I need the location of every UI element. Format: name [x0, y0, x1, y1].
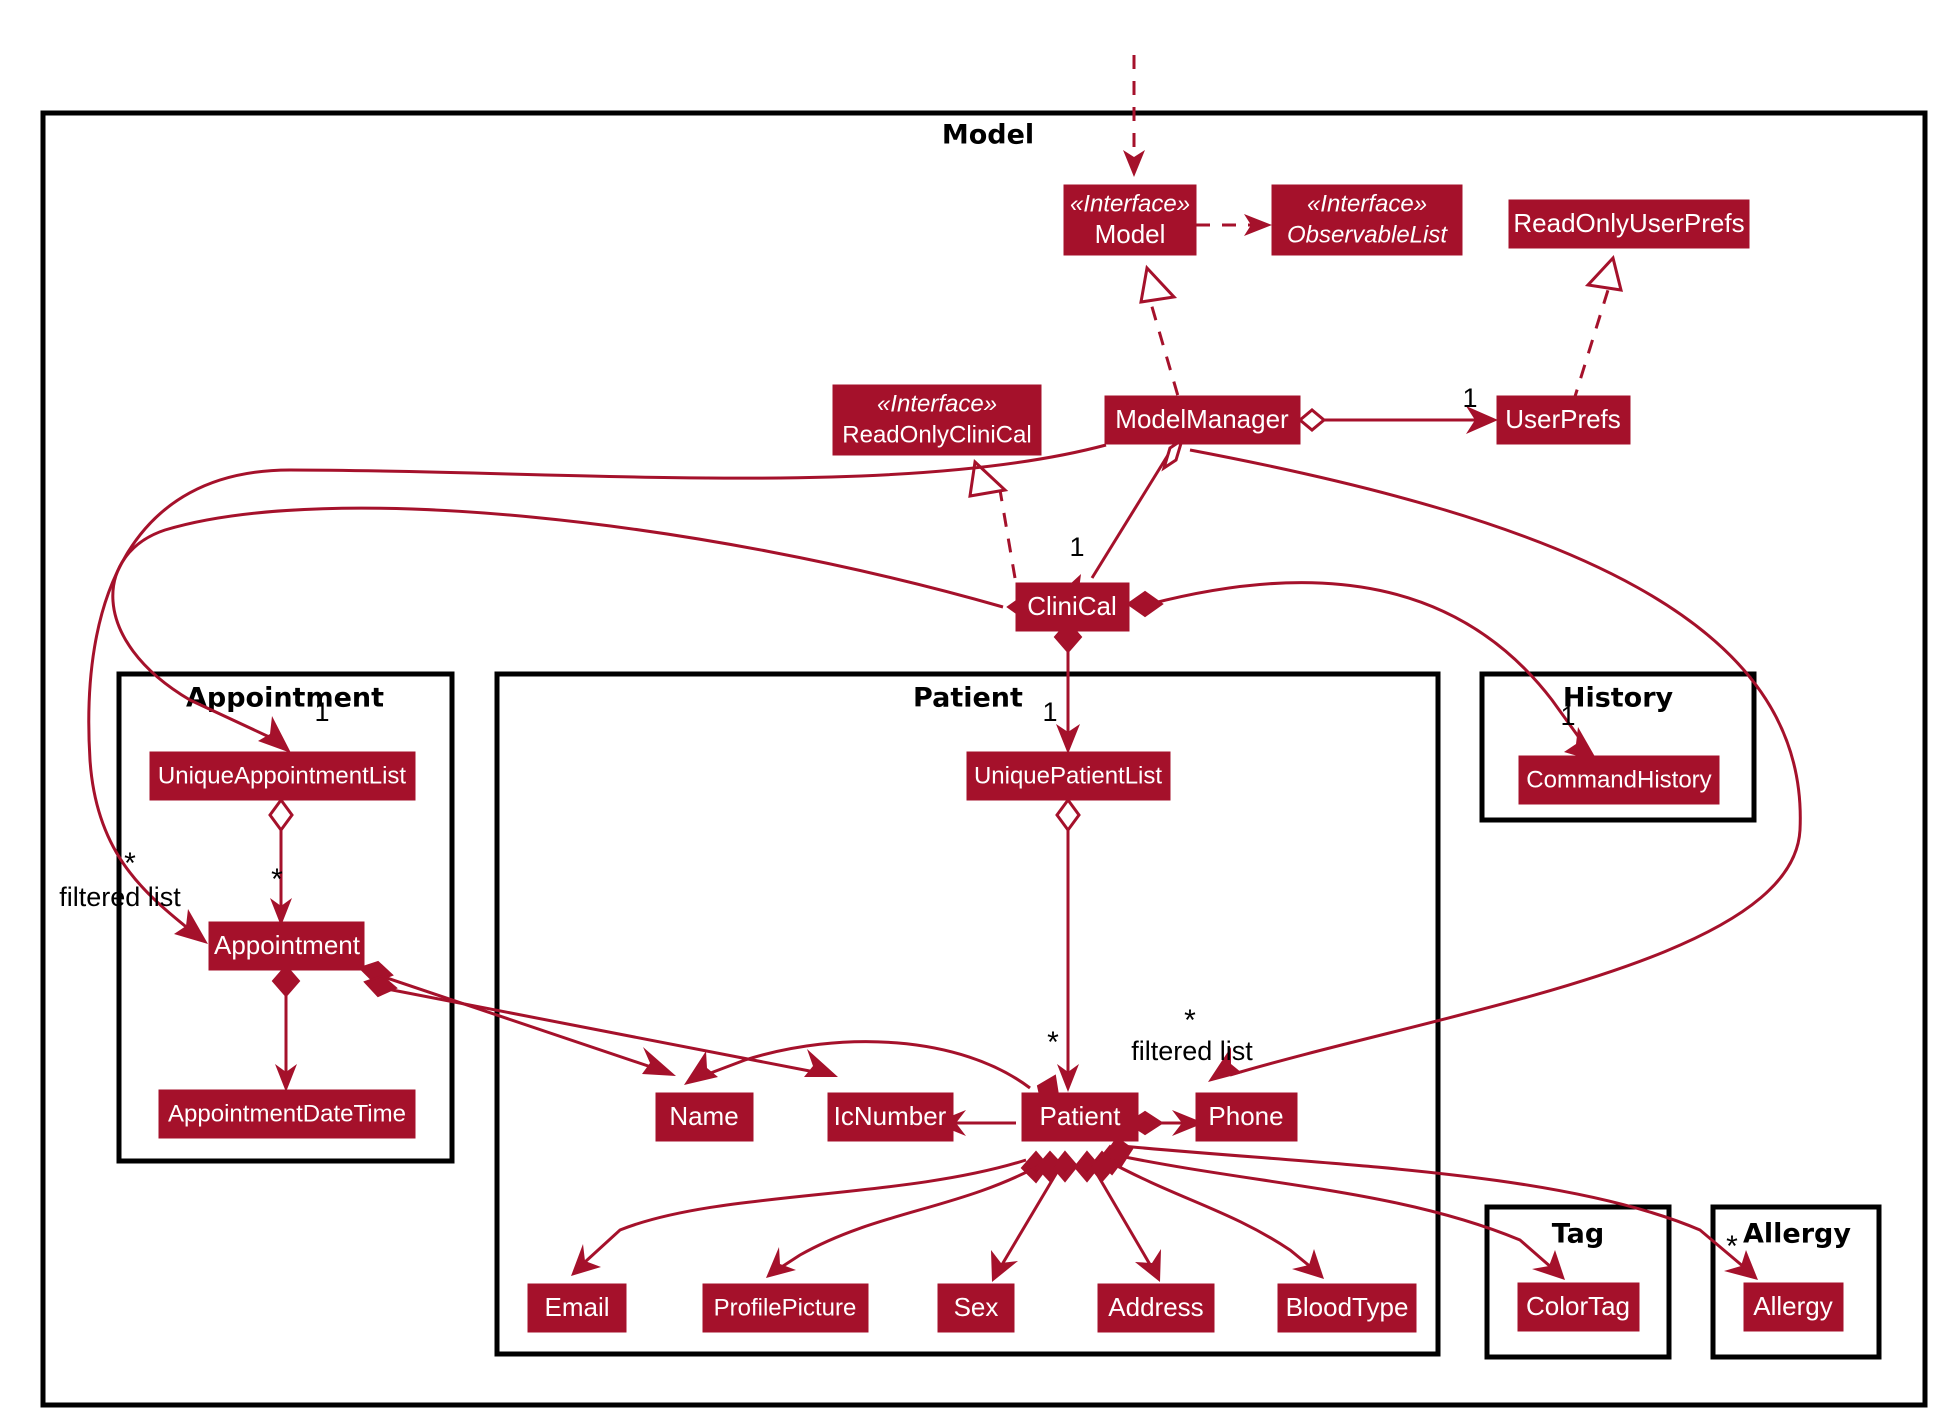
mult-allergy-star: *	[1726, 1230, 1738, 1263]
class-phone-name: Phone	[1208, 1101, 1283, 1131]
edge-modelmanager-to-clinical	[1090, 441, 1178, 579]
class-appointment[interactable]: Appointment	[208, 921, 365, 971]
arrowhead-patient-to-name	[684, 1051, 718, 1085]
diamond-uniqueappointmentlist-appointment	[268, 797, 294, 833]
arrowhead-patient-to-address	[1135, 1249, 1161, 1282]
edge-appointment-to-icnumber	[381, 986, 821, 1075]
diamond-uniquepatientlist-patient	[1055, 797, 1081, 833]
class-readonlyclinical-stereotype: «Interface»	[877, 390, 997, 417]
package-patient-title: Patient	[913, 683, 1023, 714]
class-model-interface-name: Model	[1095, 219, 1166, 249]
class-patient[interactable]: Patient	[1021, 1092, 1139, 1142]
arrowhead-patient-to-sex	[991, 1250, 1018, 1282]
class-modelmanager-name: ModelManager	[1115, 404, 1289, 434]
class-readonlyuserprefs-name: ReadOnlyUserPrefs	[1513, 208, 1744, 238]
mult-userprefs-one: 1	[1462, 383, 1477, 413]
class-colortag-name: ColorTag	[1526, 1291, 1630, 1321]
edge-patient-to-email	[583, 1158, 1027, 1264]
class-address-name: Address	[1108, 1292, 1203, 1322]
class-address[interactable]: Address	[1097, 1283, 1215, 1333]
package-history-title: History	[1563, 683, 1674, 714]
label-filtered-list-patient: filtered list	[1131, 1036, 1253, 1066]
class-colortag[interactable]: ColorTag	[1517, 1282, 1640, 1332]
class-allergy-name: Allergy	[1753, 1291, 1832, 1321]
mult-uniqueappointmentlist-one: 1	[314, 697, 329, 727]
class-model-interface[interactable]: «Interface» Model	[1063, 184, 1197, 256]
mult-appointment-star: *	[271, 863, 283, 896]
package-appointment-title: Appointment	[186, 683, 384, 714]
class-clinical[interactable]: CliniCal	[1015, 582, 1130, 632]
mult-uniquepatientlist-one: 1	[1042, 697, 1057, 727]
package-allergy-title: Allergy	[1743, 1219, 1851, 1250]
class-readonlyclinical-name: ReadOnlyCliniCal	[842, 421, 1031, 448]
uml-diagram-canvas: Model Appointment Patient History Tag Al…	[0, 0, 1944, 1426]
class-sex-name: Sex	[954, 1292, 999, 1322]
class-icnumber[interactable]: IcNumber	[827, 1092, 954, 1142]
class-uniqueappointmentlist-name: UniqueAppointmentList	[158, 762, 406, 789]
class-commandhistory-name: CommandHistory	[1526, 766, 1711, 793]
class-observablelist[interactable]: «Interface» ObservableList	[1271, 184, 1463, 256]
mult-appointment-filtered-star: *	[124, 847, 136, 880]
mult-commandhistory-one: 1	[1560, 701, 1575, 731]
edge-userprefs-realizes-readonlyuserprefs	[1571, 289, 1610, 404]
class-modelmanager[interactable]: ModelManager	[1104, 395, 1301, 445]
edge-appointment-to-name	[377, 973, 661, 1072]
class-uniquepatientlist[interactable]: UniquePatientList	[966, 751, 1171, 801]
diamond-clinical-commandhistory	[1126, 590, 1164, 618]
diamond-modelmanager-userprefs	[1297, 408, 1327, 432]
class-observablelist-stereotype: «Interface»	[1307, 190, 1427, 217]
package-model-title: Model	[942, 120, 1034, 151]
class-phone[interactable]: Phone	[1195, 1092, 1298, 1142]
class-profilepicture[interactable]: ProfilePicture	[702, 1283, 869, 1333]
arrowhead-external-to-model	[1123, 150, 1145, 177]
arrowhead-modelmanager-realizes-model	[1139, 264, 1178, 304]
class-userprefs[interactable]: UserPrefs	[1496, 395, 1631, 445]
class-appointment-name: Appointment	[214, 930, 361, 960]
edge-patient-to-profilepicture	[779, 1160, 1047, 1270]
arrowhead-appointment-to-icnumber	[804, 1049, 838, 1077]
class-icnumber-name: IcNumber	[834, 1101, 947, 1131]
mult-patient-star: *	[1047, 1026, 1059, 1059]
arrowhead-appointment-to-name	[642, 1047, 676, 1076]
edge-clinical-realizes-readonlyclinical	[998, 489, 1017, 579]
class-allergy[interactable]: Allergy	[1743, 1282, 1844, 1332]
class-uniqueappointmentlist[interactable]: UniqueAppointmentList	[149, 751, 416, 801]
class-appointmentdatetime-name: AppointmentDateTime	[168, 1100, 406, 1127]
arrowhead-patient-to-profilepicture	[766, 1247, 796, 1278]
model-class-diagram: Model Appointment Patient History Tag Al…	[40, 55, 1928, 1408]
arrowhead-modelmanager-filtered-appointments	[174, 909, 208, 944]
class-sex[interactable]: Sex	[937, 1283, 1015, 1333]
class-readonlyuserprefs[interactable]: ReadOnlyUserPrefs	[1508, 199, 1750, 249]
class-patient-name: Patient	[1040, 1101, 1122, 1131]
class-model-interface-stereotype: «Interface»	[1070, 190, 1190, 217]
class-bloodtype[interactable]: BloodType	[1277, 1283, 1417, 1333]
mult-patient-filtered-star: *	[1184, 1004, 1196, 1037]
mult-clinical-one: 1	[1069, 532, 1084, 562]
class-name-name: Name	[669, 1101, 738, 1131]
class-userprefs-name: UserPrefs	[1505, 404, 1621, 434]
arrowhead-userprefs-realizes-readonlyuserprefs	[1584, 254, 1624, 292]
class-name[interactable]: Name	[655, 1092, 754, 1142]
edge-patient-to-name	[699, 1040, 1031, 1090]
diamond-patient-sex	[1051, 1150, 1079, 1183]
class-uniquepatientlist-name: UniquePatientList	[974, 762, 1162, 789]
class-profilepicture-name: ProfilePicture	[714, 1294, 857, 1321]
class-bloodtype-name: BloodType	[1286, 1292, 1409, 1322]
edge-clinical-to-commandhistory	[1149, 581, 1590, 751]
class-observablelist-name: ObservableList	[1287, 221, 1448, 248]
edge-patient-to-bloodtype	[1105, 1158, 1313, 1270]
class-clinical-name: CliniCal	[1027, 591, 1117, 621]
class-readonlyclinical[interactable]: «Interface» ReadOnlyCliniCal	[832, 384, 1042, 456]
class-email[interactable]: Email	[527, 1283, 627, 1333]
class-email-name: Email	[544, 1292, 609, 1322]
class-appointmentdatetime[interactable]: AppointmentDateTime	[158, 1089, 416, 1139]
package-tag-title: Tag	[1552, 1219, 1604, 1250]
label-filtered-list-appointment: filtered list	[59, 882, 181, 912]
class-commandhistory[interactable]: CommandHistory	[1518, 755, 1720, 805]
